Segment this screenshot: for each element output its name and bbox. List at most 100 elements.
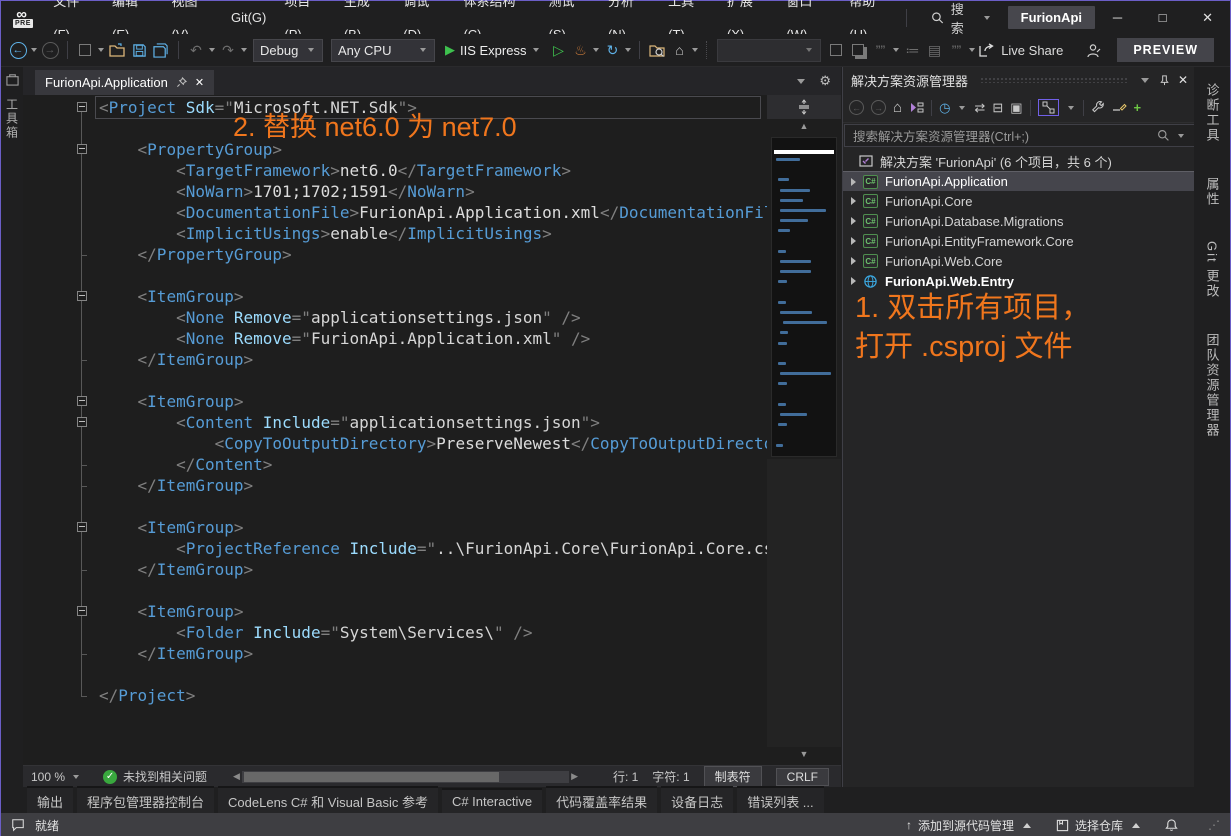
hot-reload-icon[interactable]: ♨ [570, 38, 590, 62]
pin-icon[interactable] [176, 77, 187, 88]
document-list-dropdown[interactable] [797, 79, 805, 84]
side-tab[interactable]: 诊断工具 [1203, 77, 1222, 149]
code-editor[interactable]: <Project Sdk="Microsoft.NET.Sdk"> <Prope… [23, 95, 841, 765]
panel-tab[interactable]: 代码覆盖率结果 [546, 786, 657, 815]
start-without-debugging-icon[interactable]: ▷ [548, 38, 568, 62]
member-list-icon[interactable] [826, 38, 846, 62]
back-icon[interactable]: ← [849, 100, 864, 115]
add-project-icon[interactable]: + [1134, 100, 1142, 115]
scroll-left-icon[interactable]: ◀ [233, 771, 240, 782]
document-outline-icon[interactable]: ▤ [924, 38, 944, 62]
expand-chevron-icon[interactable] [851, 197, 856, 205]
panel-tab[interactable]: C# Interactive [442, 788, 542, 813]
find-in-files-icon[interactable] [647, 38, 667, 62]
completion-icon[interactable]: ”” [946, 38, 966, 62]
fold-toggle[interactable] [77, 417, 87, 427]
save-all-icon[interactable] [151, 38, 171, 62]
tree-root-solution[interactable]: 解决方案 'FurionApi' (6 个项目，共 6 个) [843, 151, 1196, 171]
expand-chevron-icon[interactable] [851, 217, 856, 225]
restart-dropdown[interactable] [625, 48, 631, 52]
panel-drag-grip[interactable] [980, 77, 1127, 83]
debug-config-dropdown[interactable]: Debug [253, 39, 323, 62]
solution-name-badge[interactable]: FurionApi [1008, 6, 1095, 29]
solution-home-icon[interactable]: ⌂ [669, 38, 689, 62]
forward-icon[interactable]: → [871, 100, 886, 115]
zoom-dropdown[interactable]: 100 % [23, 770, 89, 784]
navigate-back-icon[interactable]: ← [10, 42, 27, 59]
quick-info-icon[interactable]: ”” [870, 38, 890, 62]
line-ending-indicator[interactable]: CRLF [776, 768, 829, 786]
live-share-button[interactable]: Live Share [978, 43, 1063, 58]
select-repository-button[interactable]: 选择仓库 [1056, 817, 1143, 834]
preview-features-button[interactable]: PREVIEW [1117, 38, 1214, 62]
new-item-dropdown[interactable] [98, 48, 104, 52]
show-all-files-icon[interactable]: ▣ [1010, 100, 1022, 116]
open-file-icon[interactable] [107, 38, 127, 62]
close-panel-icon[interactable]: ✕ [1178, 73, 1188, 87]
collapse-all-icon[interactable]: ⊟ [992, 100, 1003, 116]
pending-changes-filter-icon[interactable]: ◷ [939, 100, 950, 116]
properties-wrench-icon[interactable] [1091, 101, 1105, 115]
scrollbar-track[interactable] [767, 459, 841, 747]
completion-dropdown[interactable] [969, 48, 975, 52]
fold-toggle[interactable] [77, 606, 87, 616]
add-to-source-control-button[interactable]: ↑ 添加到源代码管理 [906, 817, 1034, 834]
panel-tab[interactable]: 错误列表 ... [737, 786, 823, 815]
redo-icon[interactable]: ↷ [218, 38, 238, 62]
side-tab[interactable]: 团队资源管理器 [1203, 327, 1222, 444]
menu-item[interactable]: Git(G) [222, 1, 275, 34]
line-indicator[interactable]: 行: 1 [613, 768, 638, 785]
panel-tab[interactable]: 输出 [27, 786, 73, 815]
sync-selection-icon[interactable] [1038, 99, 1059, 116]
notifications-bell-icon[interactable] [1165, 818, 1178, 832]
search-options-dropdown[interactable] [1178, 134, 1184, 138]
minimize-button[interactable]: ─ [1095, 1, 1140, 34]
scroll-right-icon[interactable]: ▶ [571, 771, 578, 782]
scroll-up-icon[interactable]: ▲ [767, 121, 841, 135]
platform-dropdown[interactable]: Any CPU [331, 39, 435, 62]
char-indicator[interactable]: 字符: 1 [652, 768, 689, 785]
tree-item-project[interactable]: C#FurionApi.Web.Core [843, 251, 1196, 271]
fold-toggle[interactable] [77, 291, 87, 301]
document-health-indicator[interactable]: ✓ 未找到相关问题 [89, 768, 221, 785]
filter-dropdown[interactable] [959, 106, 965, 110]
parameter-info-icon[interactable] [848, 38, 868, 62]
hscroll-thumb[interactable] [244, 772, 499, 782]
fold-toggle[interactable] [77, 522, 87, 532]
expand-chevron-icon[interactable] [851, 257, 856, 265]
undo-dropdown[interactable] [209, 48, 215, 52]
fold-toggle[interactable] [77, 144, 87, 154]
editor-split-handle[interactable] [767, 95, 841, 119]
empty-dropdown[interactable] [717, 39, 821, 62]
vertical-scrollbar[interactable]: ▲ ▼ [767, 95, 841, 765]
home-icon[interactable]: ⌂ [893, 99, 902, 116]
panel-tab[interactable]: 设备日志 [661, 786, 733, 815]
fold-toggle[interactable] [77, 102, 87, 112]
horizontal-scrollbar[interactable]: ◀ ▶ [233, 771, 578, 783]
solution-search-box[interactable]: 搜索解决方案资源管理器(Ctrl+;) [844, 124, 1195, 147]
new-item-icon[interactable] [75, 38, 95, 62]
minimap[interactable] [771, 137, 837, 457]
expand-chevron-icon[interactable] [851, 237, 856, 245]
panel-tab[interactable]: CodeLens C# 和 Visual Basic 参考 [218, 786, 438, 815]
restart-icon[interactable]: ↻ [602, 38, 622, 62]
quick-info-dropdown[interactable] [893, 48, 899, 52]
search-control[interactable]: 搜索 [931, 0, 991, 37]
start-debugging-button[interactable]: ▶ IIS Express [445, 42, 541, 58]
expand-chevron-icon[interactable] [851, 178, 856, 186]
navigate-forward-icon[interactable]: → [42, 42, 59, 59]
sync-selection-dropdown[interactable] [1068, 106, 1074, 110]
tree-item-project[interactable]: C#FurionApi.Core [843, 191, 1196, 211]
panel-tab[interactable]: 程序包管理器控制台 [77, 786, 214, 815]
pin-icon[interactable] [1159, 75, 1170, 86]
scroll-down-icon[interactable]: ▼ [767, 749, 841, 763]
run-profile-dropdown[interactable] [533, 48, 539, 52]
tabs-spaces-indicator[interactable]: 制表符 [704, 766, 762, 787]
editor-options-gear-icon[interactable]: ⚙ [819, 73, 831, 89]
solution-explorer-title-bar[interactable]: 解决方案资源管理器 ✕ [843, 67, 1196, 93]
hot-reload-dropdown[interactable] [593, 48, 599, 52]
side-tab[interactable]: Git 更改 [1203, 235, 1222, 305]
resize-grip[interactable]: ⋰ [1208, 818, 1220, 832]
tree-item-project[interactable]: C#FurionApi.EntityFramework.Core [843, 231, 1196, 251]
save-icon[interactable] [129, 38, 149, 62]
